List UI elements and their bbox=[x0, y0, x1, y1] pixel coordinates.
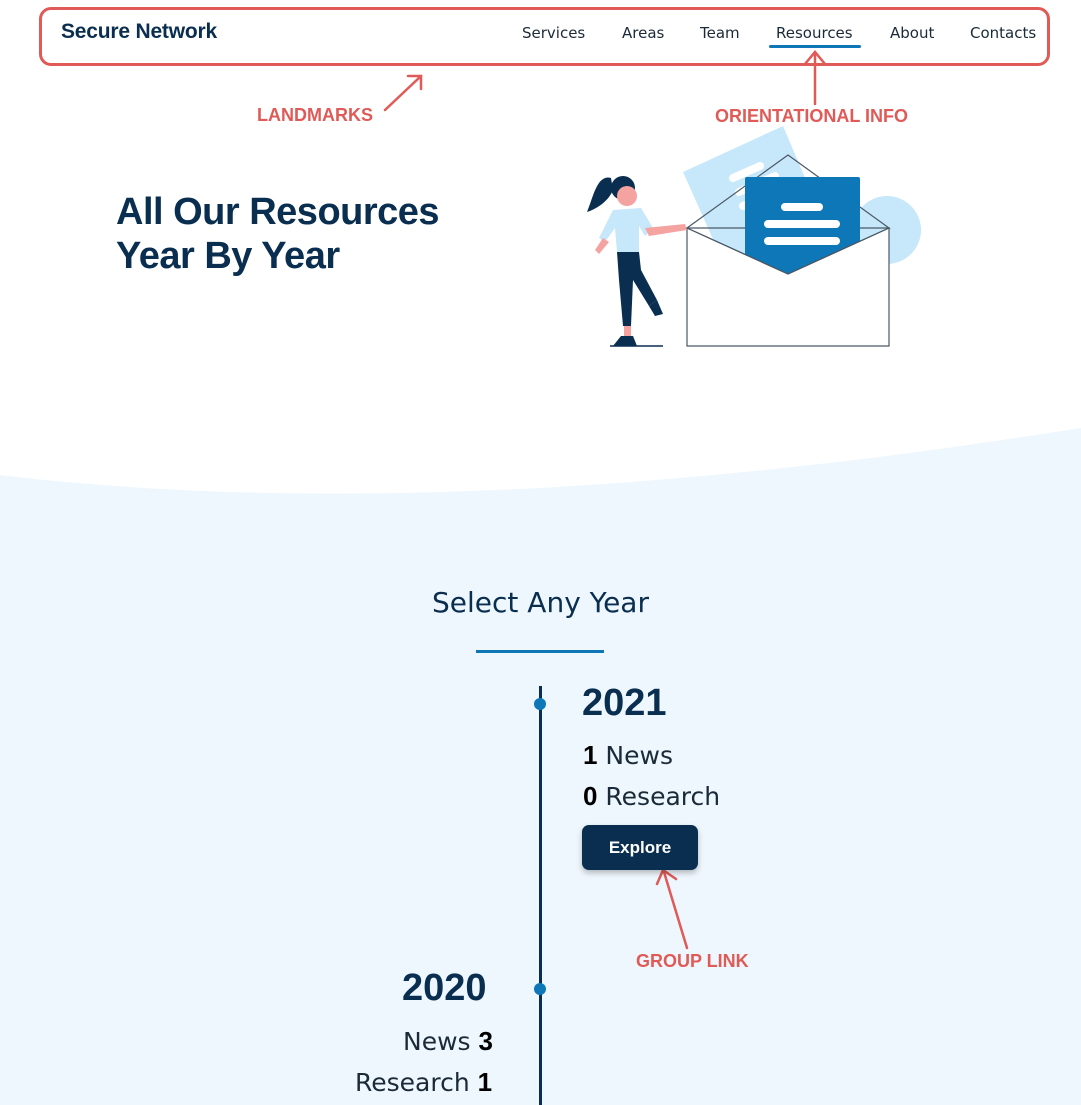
research-stat-2021: 0 Research bbox=[583, 781, 720, 812]
hero-illustration bbox=[587, 126, 921, 347]
timeline-dot-2021 bbox=[534, 698, 546, 710]
page-title: All Our Resources Year By Year bbox=[116, 190, 536, 278]
timeline-line bbox=[539, 686, 542, 1105]
research-count: 1 bbox=[477, 1067, 493, 1097]
news-stat-2020: News 3 bbox=[403, 1026, 493, 1057]
year-heading-2021: 2021 bbox=[582, 682, 667, 724]
year-heading-2020: 2020 bbox=[402, 967, 487, 1009]
research-label: Research bbox=[355, 1068, 470, 1097]
page-title-line1: All Our Resources bbox=[116, 191, 440, 233]
annotation-group-link: GROUP LINK bbox=[636, 951, 749, 971]
news-count: 3 bbox=[478, 1026, 493, 1056]
timeline-dot-2020 bbox=[534, 983, 546, 995]
news-label: News bbox=[605, 741, 673, 770]
timeline-heading: Select Any Year bbox=[432, 586, 649, 619]
research-label: Research bbox=[605, 782, 721, 811]
news-count: 1 bbox=[583, 740, 598, 770]
page-title-line2: Year By Year bbox=[116, 235, 340, 277]
heading-divider bbox=[476, 650, 604, 653]
annotation-landmarks: LANDMARKS bbox=[257, 105, 373, 125]
research-stat-2020: Research 1 bbox=[355, 1067, 492, 1098]
news-label: News bbox=[403, 1027, 471, 1056]
news-stat-2021: 1 News bbox=[583, 740, 673, 771]
explore-button-2021[interactable]: Explore bbox=[582, 825, 698, 870]
research-count: 0 bbox=[583, 781, 598, 811]
